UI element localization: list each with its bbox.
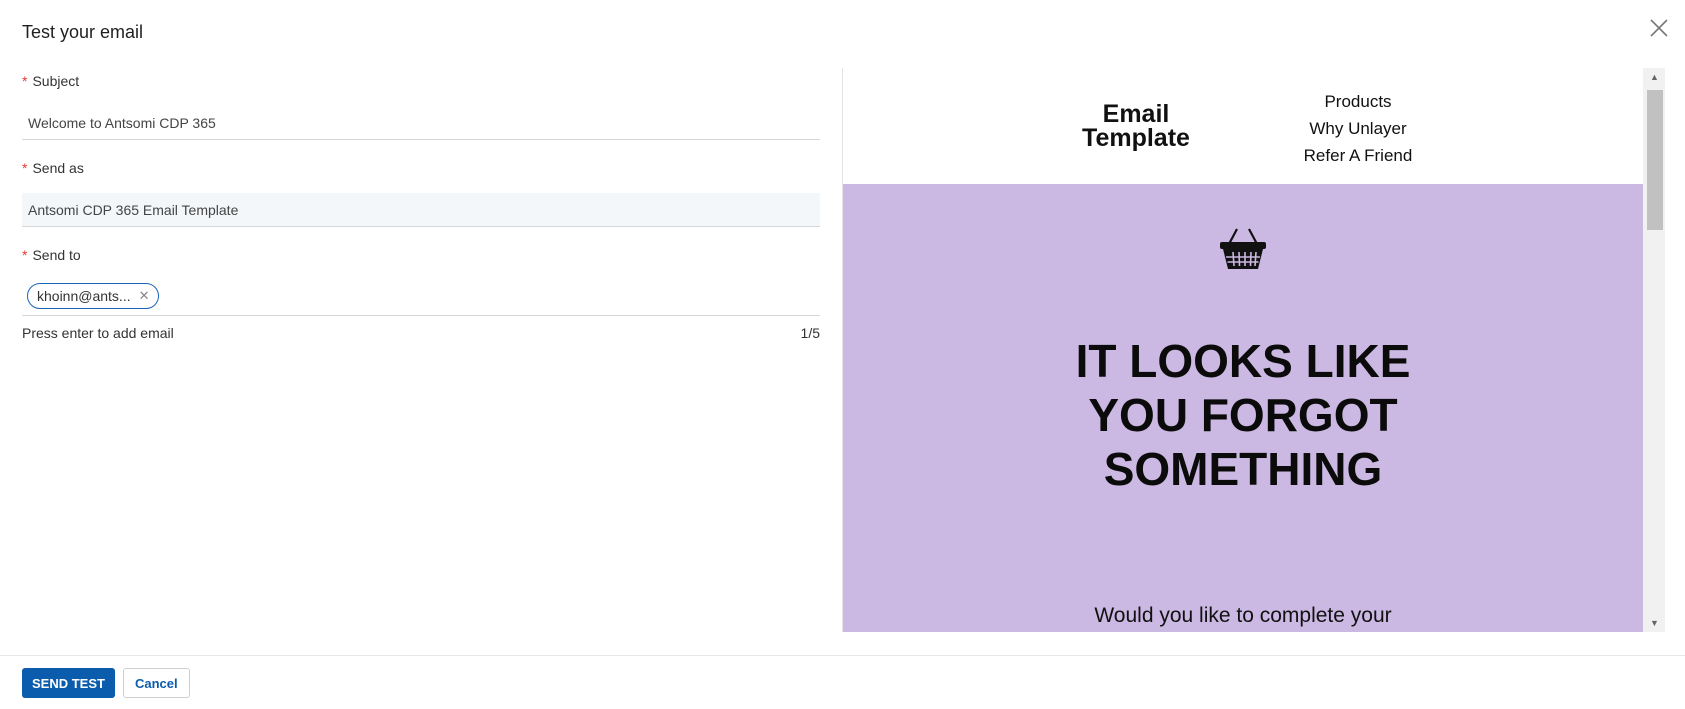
send-as-label-text: Send as [32,160,84,176]
close-icon [1650,19,1668,37]
preview-scrollbar[interactable]: ▲ ▼ [1643,68,1665,632]
scroll-up-icon[interactable]: ▲ [1643,68,1665,86]
email-header: Email Template Products Why Unlayer Refe… [843,68,1643,184]
email-logo-text: Email Template [1082,100,1190,152]
send-as-label: * Send as [22,157,820,179]
required-mark: * [22,247,28,263]
email-menu-item[interactable]: Why Unlayer [1258,115,1458,142]
email-menu-item[interactable]: Refer A Friend [1258,142,1458,169]
dialog-title: Test your email [22,22,144,42]
close-button[interactable] [1645,14,1673,42]
close-icon[interactable]: ✕ [139,288,150,304]
send-as-input[interactable]: Antsomi CDP 365 Email Template [22,193,820,227]
email-menu: Products Why Unlayer Refer A Friend [1258,88,1458,169]
send-to-count: 1/5 [800,325,820,341]
subject-input[interactable]: Welcome to Antsomi CDP 365 [22,106,820,140]
subject-label: * Subject [22,70,820,92]
subject-label-text: Subject [32,73,80,89]
scroll-thumb[interactable] [1647,90,1663,230]
send-to-label-text: Send to [32,247,81,263]
email-subtext: Would you like to complete your [1094,604,1392,627]
test-email-form: * Subject Welcome to Antsomi CDP 365 * S… [22,70,820,341]
send-test-button[interactable]: SEND TEST [22,668,115,698]
email-chip: khoinn@ants... ✕ [27,282,159,309]
dialog-footer: SEND TEST Cancel [0,655,1685,709]
required-mark: * [22,160,28,176]
email-hero: IT LOOKS LIKE YOU FORGOT SOMETHING Would… [843,184,1643,632]
send-to-helper: Press enter to add email 1/5 [22,325,820,341]
send-to-input[interactable]: khoinn@ants... ✕ [22,276,820,316]
cancel-button[interactable]: Cancel [123,668,190,698]
required-mark: * [22,73,28,89]
email-menu-item[interactable]: Products [1258,88,1458,115]
shopping-basket-icon [1220,228,1266,269]
email-headline: IT LOOKS LIKE YOU FORGOT SOMETHING [1075,335,1411,495]
email-preview: Email Template Products Why Unlayer Refe… [842,68,1665,632]
scroll-down-icon[interactable]: ▼ [1643,614,1665,632]
email-chip-text: khoinn@ants... [37,287,131,304]
send-to-label: * Send to [22,244,820,266]
send-to-hint: Press enter to add email [22,325,174,341]
